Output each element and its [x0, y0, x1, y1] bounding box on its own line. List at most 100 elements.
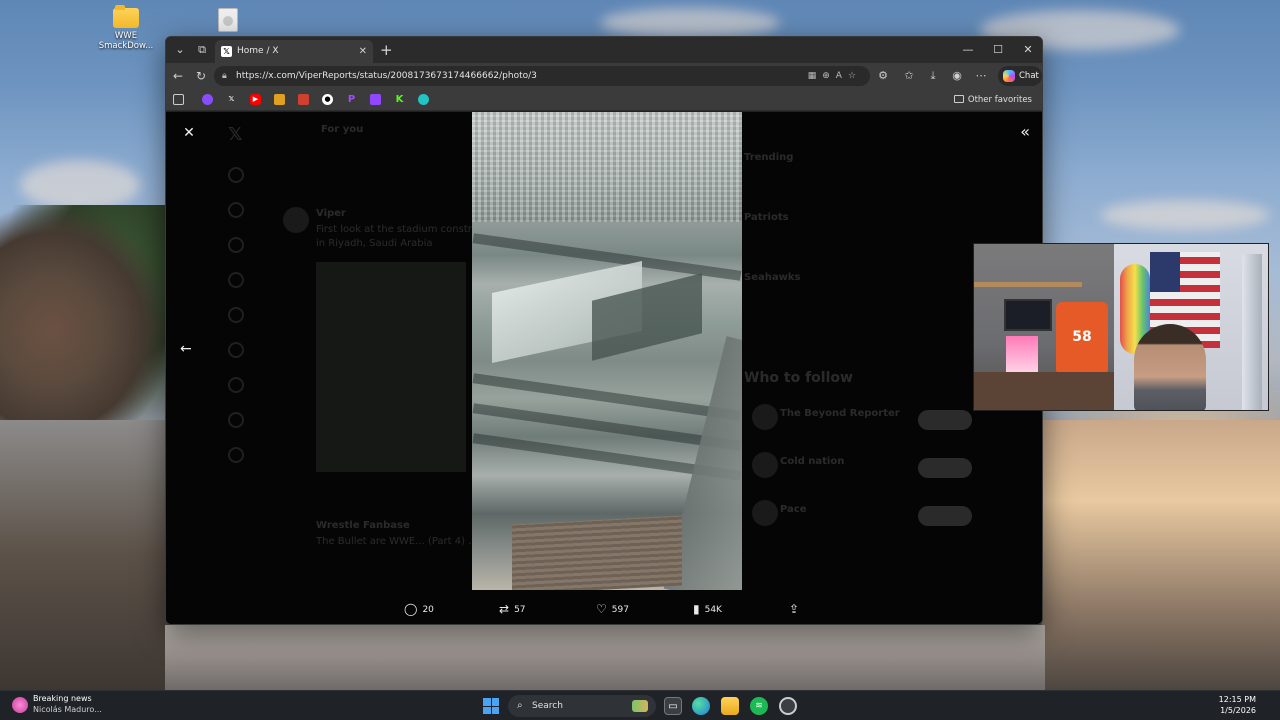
tab-for-you: For you	[321, 124, 364, 135]
favorite-star-icon[interactable]: ☆	[848, 71, 862, 81]
profile-icon[interactable]: ◉	[948, 67, 966, 85]
wallpaper-cloud	[20, 160, 140, 210]
copilot-chat-button[interactable]: Chat	[998, 66, 1042, 86]
wallpaper-cloud	[600, 8, 780, 38]
patreon-icon[interactable]: P	[346, 94, 357, 105]
taskbar: Breaking news Nicolás Maduro... ⌕ Search…	[0, 690, 1280, 720]
task-view-icon[interactable]: ▭	[664, 697, 682, 715]
clock-date: 1/5/2026	[1220, 706, 1256, 715]
address-bar-row: ← ↻ 🔒︎ https://x.com/ViperReports/status…	[166, 63, 1042, 89]
document-icon	[218, 8, 238, 32]
who-to-follow-heading: Who to follow	[744, 370, 853, 386]
photo-building	[512, 515, 682, 590]
views-button[interactable]: ▮ 54K	[693, 598, 722, 621]
close-window-icon[interactable]: ✕	[1018, 41, 1038, 59]
app-favorite-icon[interactable]	[418, 94, 429, 105]
folder-icon	[113, 5, 139, 28]
tab-actions-chevron-icon[interactable]: ⌄	[170, 41, 190, 59]
site-info-lock-icon[interactable]: 🔒︎	[222, 66, 227, 86]
gamepad-icon[interactable]	[173, 94, 184, 105]
avatar	[283, 207, 309, 233]
taskbar-search[interactable]: ⌕ Search	[508, 695, 656, 717]
minimize-icon[interactable]: —	[958, 41, 978, 59]
follow-button	[918, 458, 972, 478]
favorites-icon[interactable]: ✩	[900, 67, 918, 85]
other-favorites-folder[interactable]: Other favorites	[953, 89, 1032, 111]
avatar	[752, 404, 778, 430]
clock-time: 12:15 PM	[1218, 695, 1256, 704]
search-icon: ⌕	[517, 700, 523, 711]
views-count: 54K	[704, 605, 722, 615]
youtube-icon[interactable]: ▶	[250, 94, 261, 105]
webcam-lamp	[1242, 254, 1262, 410]
repost-button[interactable]: ⇄ 57	[499, 598, 526, 621]
news-widget[interactable]: Breaking news Nicolás Maduro...	[12, 693, 102, 715]
more-menu-icon[interactable]: ⋯	[972, 67, 990, 85]
reply-count: 20	[422, 605, 434, 615]
zoom-icon[interactable]: ⊕	[822, 71, 836, 81]
chat-label: Chat	[1019, 71, 1039, 81]
views-bar-chart-icon: ▮	[693, 602, 700, 616]
x-logo-icon: 𝕏	[221, 46, 232, 57]
twitch-icon[interactable]	[370, 94, 381, 105]
x-logo-icon: 𝕏	[228, 124, 243, 145]
reading-view-icon[interactable]: ▦	[808, 71, 823, 81]
grok-icon	[228, 342, 244, 358]
copilot-favorite-icon[interactable]	[202, 94, 213, 105]
follow-account-name: The Beyond Reporter	[780, 408, 900, 419]
explore-icon	[228, 202, 244, 218]
tab-close-icon[interactable]: ✕	[359, 40, 367, 63]
fandom-icon[interactable]	[298, 94, 309, 105]
trend-item: Trending	[744, 152, 794, 163]
read-aloud-icon[interactable]: A	[836, 71, 848, 81]
close-photo-icon[interactable]: ✕	[180, 124, 198, 142]
download-icon[interactable]: ⤓	[924, 67, 942, 85]
paramount-icon[interactable]	[274, 94, 285, 105]
post-engagement-bar: ◯ 20 ⇄ 57 ♡ 597 ▮ 54K ⇪	[396, 598, 816, 620]
webcam-person	[1134, 324, 1206, 410]
desktop-icon-file[interactable]	[198, 8, 258, 32]
x-favorite-icon[interactable]: 𝕏	[226, 94, 237, 105]
address-bar[interactable]: 🔒︎ https://x.com/ViperReports/status/200…	[214, 66, 870, 86]
spotify-icon[interactable]: ≋	[750, 697, 768, 715]
news-icon	[12, 697, 28, 713]
tab-home-x[interactable]: 𝕏 Home / X ✕	[215, 40, 373, 63]
media-photo[interactable]	[472, 112, 742, 590]
new-tab-plus-icon[interactable]: +	[380, 40, 393, 60]
desktop-icon-label: WWE SmackDow...	[98, 31, 154, 51]
like-button[interactable]: ♡ 597	[596, 598, 629, 621]
back-arrow-icon[interactable]: ←	[169, 67, 187, 85]
edge-browser-icon[interactable]	[692, 697, 710, 715]
app-with-notification-icon[interactable]	[779, 697, 797, 715]
extensions-icon[interactable]: ⚙	[874, 67, 892, 85]
kick-icon[interactable]: K	[394, 94, 405, 105]
repost-count: 57	[514, 605, 526, 615]
profile-icon	[228, 412, 244, 428]
webcam-desk	[974, 372, 1114, 410]
wallpaper-shore-right	[1042, 420, 1280, 690]
search-highlight-icon	[632, 700, 648, 712]
post-text-line2: in Riyadh, Saudi Arabia	[316, 238, 433, 249]
maximize-icon[interactable]: ☐	[988, 41, 1008, 59]
previous-photo-arrow-icon[interactable]: ←	[180, 340, 192, 358]
file-explorer-icon[interactable]	[721, 697, 739, 715]
system-clock[interactable]: 12:15 PM 1/5/2026	[1219, 694, 1256, 716]
workspaces-icon[interactable]: ⧉	[192, 41, 212, 59]
desktop-icon-wwe-folder[interactable]: WWE SmackDow...	[96, 5, 156, 51]
collapse-sidebar-icon[interactable]: «	[1020, 122, 1030, 142]
refresh-icon[interactable]: ↻	[192, 67, 210, 85]
tab-title: Home / X	[237, 46, 279, 56]
share-button[interactable]: ⇪	[789, 598, 804, 621]
wallpaper-shore-left	[0, 420, 170, 690]
favorites-bar: 𝕏 ▶ ● P K Other favorites	[166, 89, 1042, 111]
reply-button[interactable]: ◯ 20	[404, 598, 434, 621]
github-icon[interactable]: ●	[322, 94, 333, 105]
communities-icon	[228, 377, 244, 393]
start-windows-icon[interactable]	[483, 698, 499, 714]
other-favorites-label: Other favorites	[967, 95, 1032, 105]
webcam-overlay: 58	[973, 243, 1269, 411]
post2-text: The Bullet are WWE... (Part 4) ...	[316, 536, 478, 547]
news-subtitle: Nicolás Maduro...	[33, 705, 102, 714]
avatar	[752, 452, 778, 478]
search-label: Search	[532, 701, 563, 711]
